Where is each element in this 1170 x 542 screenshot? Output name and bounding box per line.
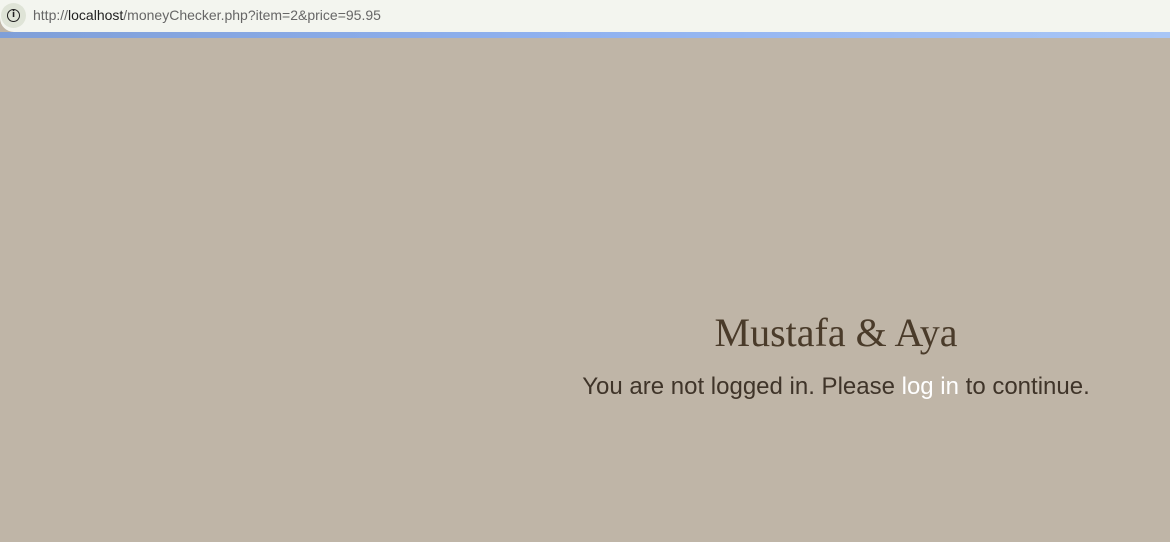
login-message: You are not logged in. Please log in to … (560, 372, 1112, 402)
page-title: Mustafa & Aya (714, 310, 958, 355)
url-path: /moneyChecker.php?item=2&price=95.95 (123, 7, 381, 23)
page-content: Mustafa & Aya You are not logged in. Ple… (560, 308, 1112, 402)
login-link[interactable]: log in (902, 373, 959, 400)
url-prefix: http:// (33, 7, 69, 23)
address-bar[interactable]: i http://localhost/moneyChecker.php?item… (0, 0, 1170, 32)
url-text[interactable]: http://localhost/moneyChecker.php?item=2… (33, 7, 381, 23)
page-load-accent-line (0, 32, 1170, 38)
message-before-link: You are not logged in. Please (582, 373, 902, 400)
url-host: localhost (68, 7, 124, 23)
info-icon: i (7, 9, 20, 22)
site-info-button[interactable]: i (1, 3, 26, 28)
message-after-link: to continue. (958, 373, 1090, 400)
